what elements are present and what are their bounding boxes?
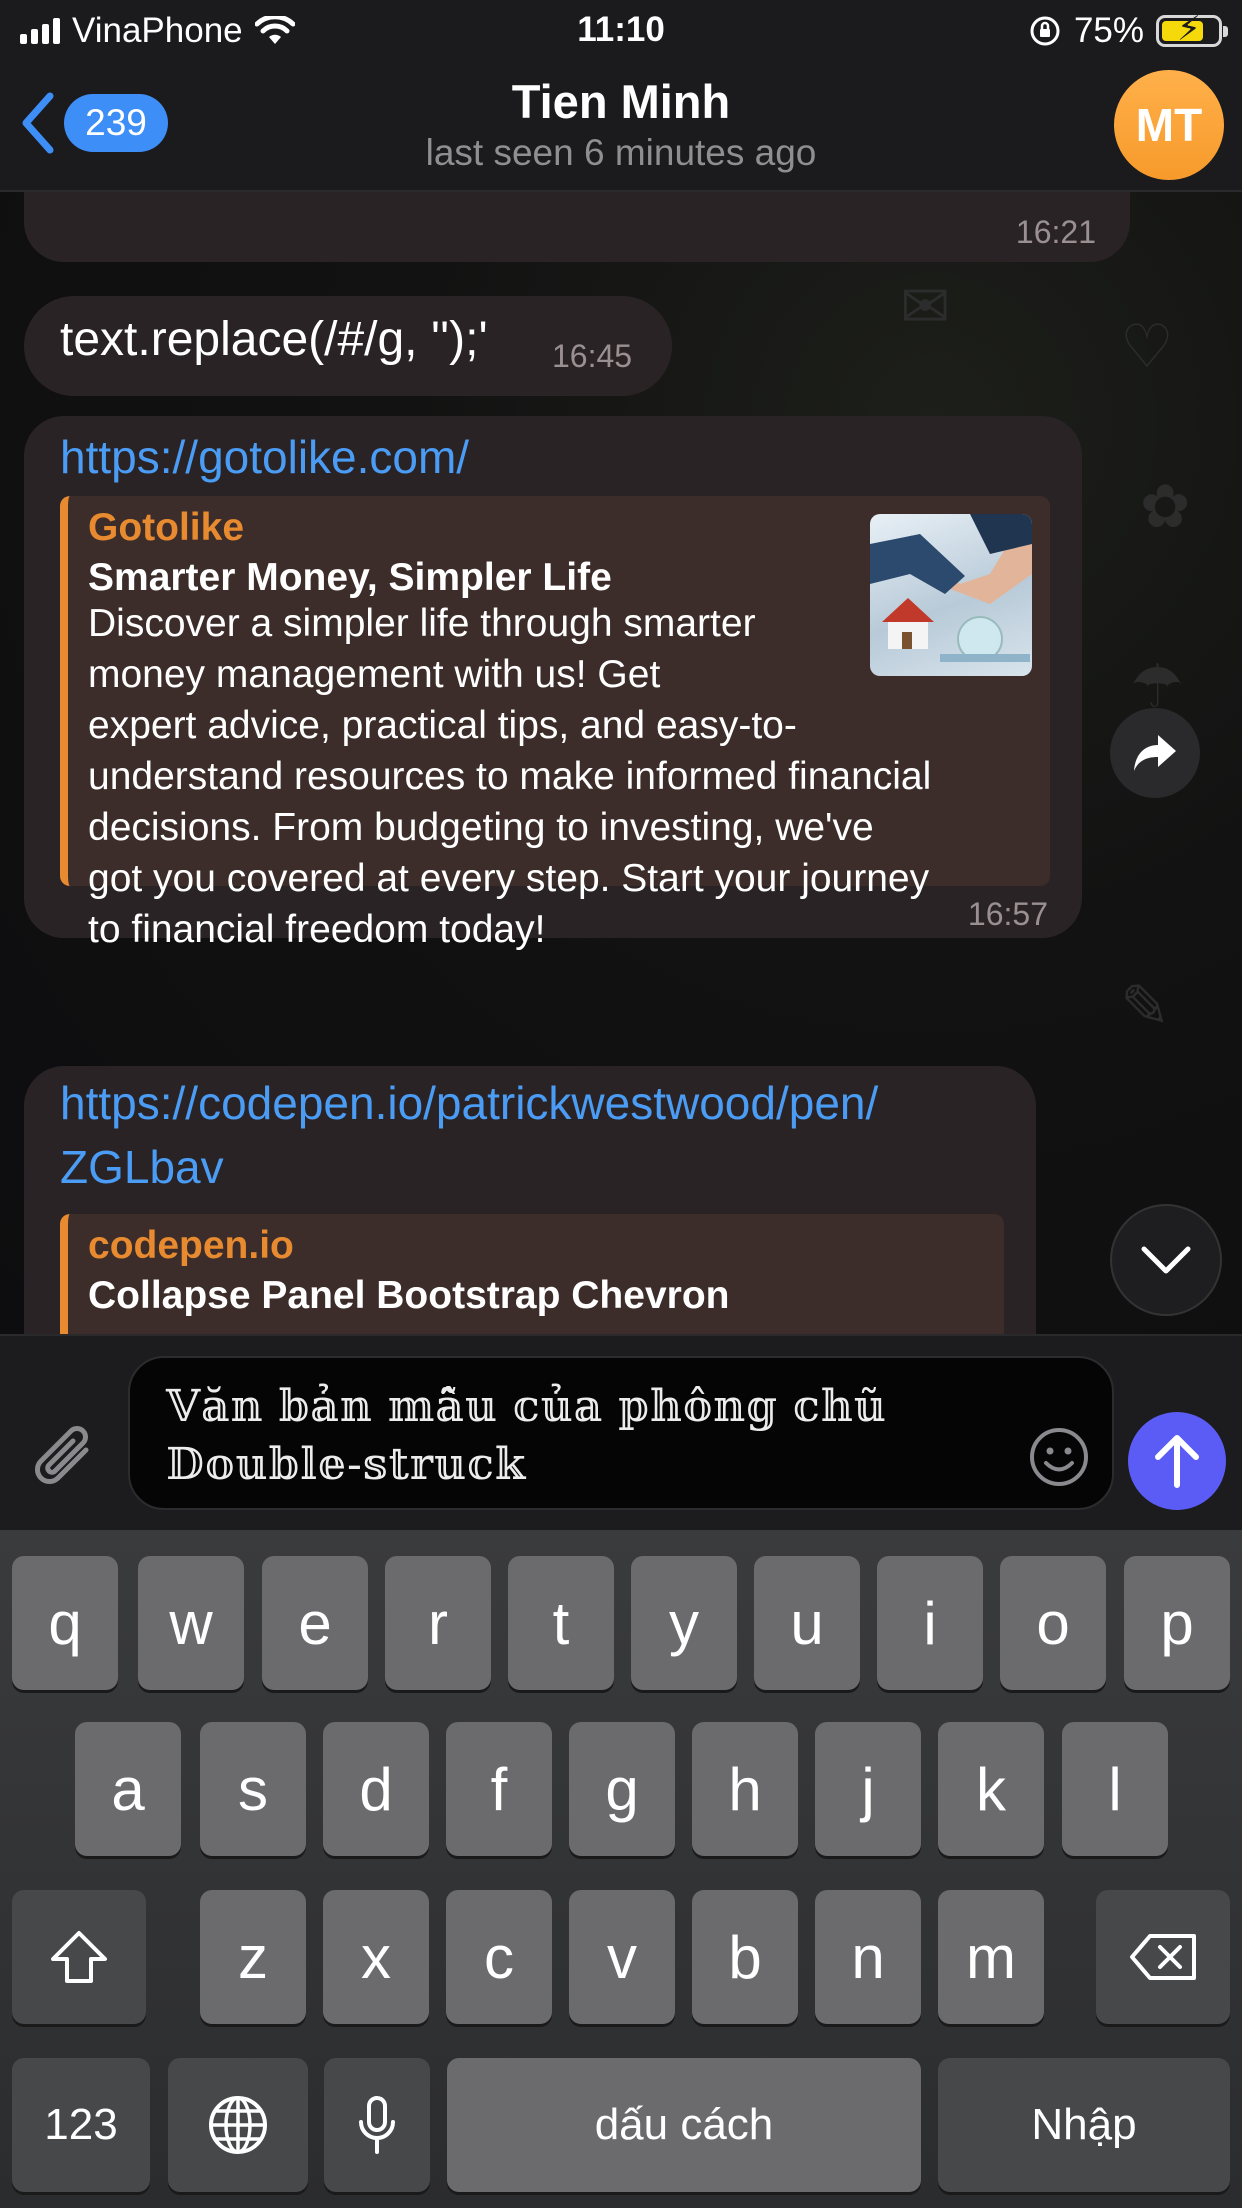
message-bubble[interactable]: text.replace(/#/g, '');' 16:45 <box>24 296 672 396</box>
avatar[interactable]: MT <box>1114 70 1224 180</box>
return-key[interactable]: Nhập <box>938 2058 1230 2192</box>
message-bubble[interactable]: https://codepen.io/patrickwestwood/pen/ … <box>24 1066 1036 1334</box>
emoji-button[interactable] <box>1028 1426 1090 1488</box>
key-z[interactable]: z <box>200 1890 306 2024</box>
forward-button[interactable] <box>1110 708 1200 798</box>
globe-icon <box>209 2096 267 2154</box>
message-bubble[interactable]: https://gotolike.com/ Gotolike Smarter M… <box>24 416 1082 951</box>
chat-header: 239 Tien Minh last seen 6 minutes ago MT <box>0 62 1242 192</box>
shift-arrow-icon <box>51 1931 107 1983</box>
message-text: text.replace(/#/g, '');' <box>60 313 488 366</box>
microphone-icon <box>359 2096 395 2154</box>
chat-area[interactable]: ✉ ♡ ✿ ☂ ✎ ❀ 16:21 text.replace(/#/g, '')… <box>0 192 1242 1334</box>
doodle-bg-icon: ✿ <box>1140 473 1191 540</box>
message-time: 16:21 <box>1015 214 1096 250</box>
preview-title: Collapse Panel Bootstrap Chevron <box>88 1274 730 1317</box>
arrow-up-icon <box>1155 1435 1199 1488</box>
doodle-bg-icon: ♡ <box>1120 313 1174 380</box>
message-link-line[interactable]: https://codepen.io/patrickwestwood/pen/ <box>60 1076 878 1130</box>
numbers-key[interactable]: 123 <box>12 2058 150 2192</box>
message-bubble[interactable]: 16:21 <box>24 192 1130 262</box>
key-r[interactable]: r <box>385 1556 491 1690</box>
space-key-label: dấu cách <box>594 2100 774 2149</box>
preview-site-name: Gotolike <box>88 506 245 549</box>
doodle-bg-icon: ✎ <box>1120 973 1171 1040</box>
globe-key[interactable] <box>168 2058 308 2192</box>
key-d[interactable]: d <box>323 1722 429 1856</box>
battery-icon: ⚡ <box>1156 10 1228 48</box>
key-i[interactable]: i <box>877 1556 983 1690</box>
key-b[interactable]: b <box>692 1890 798 2024</box>
key-e[interactable]: e <box>262 1556 368 1690</box>
key-m[interactable]: m <box>938 1890 1044 2024</box>
smiley-icon <box>1030 1428 1088 1486</box>
return-key-label: Nhập <box>1031 2100 1137 2149</box>
keyboard: q w e r t y u i o p a s d f g h j k l z … <box>0 1530 1242 2208</box>
battery-percent: 75% <box>1073 11 1144 50</box>
preview-thumbnail <box>870 514 1032 676</box>
key-u[interactable]: u <box>754 1556 860 1690</box>
key-a[interactable]: a <box>75 1722 181 1856</box>
rotation-lock-icon <box>1030 16 1060 46</box>
key-p[interactable]: p <box>1124 1556 1230 1690</box>
preview-description-line: understand resources to make informed fi… <box>88 755 932 798</box>
space-key[interactable]: dấu cách <box>447 2058 921 2192</box>
link-preview[interactable]: codepen.io Collapse Panel Bootstrap Chev… <box>60 1214 1004 1334</box>
message-link-line[interactable]: ZGLbav <box>60 1140 224 1194</box>
message-link[interactable]: https://gotolike.com/ <box>60 430 469 484</box>
preview-description-line: money management with us! Get <box>88 653 661 696</box>
scroll-to-bottom-button[interactable] <box>1110 1204 1222 1316</box>
doodle-bg-icon: ✉ <box>900 273 951 340</box>
message-input-text: 𝕍𝕒̆𝕟 𝕓𝕒̉𝕟 𝕞𝕒̂̃𝕦 𝕔𝕦̉𝕒 𝕡𝕙𝕠̂𝕟𝕘 𝕔𝕙𝕦̃ 𝔻𝕠𝕦𝕓𝕝𝕖-… <box>166 1381 887 1490</box>
message-input[interactable]: 𝕍𝕒̆𝕟 𝕓𝕒̉𝕟 𝕞𝕒̂̃𝕦 𝕔𝕦̉𝕒 𝕡𝕙𝕠̂𝕟𝕘 𝕔𝕙𝕦̃ 𝔻𝕠𝕦𝕓𝕝𝕖-… <box>128 1356 1114 1510</box>
last-seen-status: last seen 6 minutes ago <box>425 132 817 173</box>
preview-site-name: codepen.io <box>88 1224 294 1267</box>
key-n[interactable]: n <box>815 1890 921 2024</box>
status-bar: VinaPhone 11:10 75% ⚡ <box>0 0 1242 62</box>
preview-description-line: expert advice, practical tips, and easy-… <box>88 704 797 747</box>
key-y[interactable]: y <box>631 1556 737 1690</box>
status-right: 75% ⚡ <box>1028 10 1228 52</box>
preview-description-line: to financial freedom today! <box>88 908 546 951</box>
send-button[interactable] <box>1128 1412 1226 1510</box>
key-j[interactable]: j <box>815 1722 921 1856</box>
key-f[interactable]: f <box>446 1722 552 1856</box>
chevron-down-icon <box>1141 1246 1191 1274</box>
key-q[interactable]: q <box>12 1556 118 1690</box>
shift-key[interactable] <box>12 1890 146 2024</box>
key-c[interactable]: c <box>446 1890 552 2024</box>
forward-arrow-icon <box>1134 735 1176 771</box>
numbers-key-label: 123 <box>44 2100 118 2149</box>
dictation-key[interactable] <box>324 2058 430 2192</box>
handshake-house-image <box>870 514 1032 662</box>
attach-button[interactable] <box>28 1420 106 1498</box>
backspace-icon <box>1130 1934 1196 1980</box>
paperclip-icon <box>35 1426 89 1484</box>
key-o[interactable]: o <box>1000 1556 1106 1690</box>
key-v[interactable]: v <box>569 1890 675 2024</box>
preview-title: Smarter Money, Simpler Life <box>88 556 612 599</box>
key-w[interactable]: w <box>138 1556 244 1690</box>
key-h[interactable]: h <box>692 1722 798 1856</box>
key-g[interactable]: g <box>569 1722 675 1856</box>
backspace-key[interactable] <box>1096 1890 1230 2024</box>
message-time: 16:45 <box>552 338 633 374</box>
preview-description-line: Discover a simpler life through smarter <box>88 602 756 645</box>
key-x[interactable]: x <box>323 1890 429 2024</box>
link-preview[interactable]: Gotolike Smarter Money, Simpler Life Dis… <box>60 496 1050 951</box>
charging-bolt-icon: ⚡ <box>1177 10 1201 48</box>
preview-description: Discover a simpler life through smarter … <box>88 598 931 955</box>
preview-description-line: got you covered at every step. Start you… <box>88 857 930 900</box>
key-s[interactable]: s <box>200 1722 306 1856</box>
key-l[interactable]: l <box>1062 1722 1168 1856</box>
preview-description-line: decisions. From budgeting to investing, … <box>88 806 874 849</box>
key-t[interactable]: t <box>508 1556 614 1690</box>
chat-title[interactable]: Tien Minh <box>0 74 1242 129</box>
key-k[interactable]: k <box>938 1722 1044 1856</box>
message-time: 16:57 <box>967 896 1048 932</box>
